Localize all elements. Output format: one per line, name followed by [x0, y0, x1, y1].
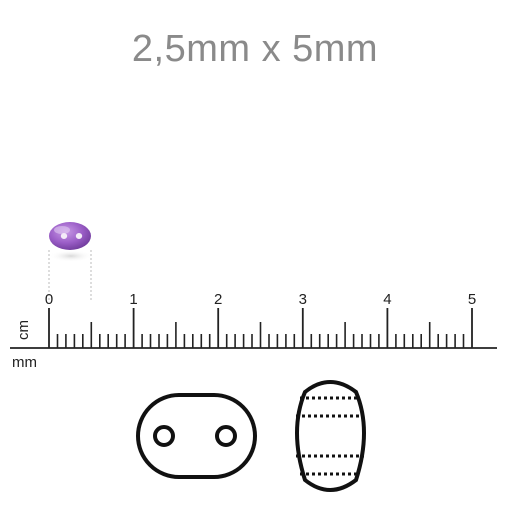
ruler-label: 0 — [45, 291, 53, 308]
ruler-labels: 0 1 2 3 4 5 — [45, 291, 476, 308]
bead-photo — [48, 222, 93, 300]
bead-body — [49, 222, 91, 250]
bead-front-view — [136, 393, 257, 479]
ruler-ticks — [48, 308, 473, 348]
bead-front-hole-left — [153, 425, 175, 447]
bead-hole-left — [60, 233, 68, 239]
bead-diagram: 0 1 2 3 4 5 cm mm — [10, 222, 497, 492]
ruler-label: 5 — [468, 291, 476, 308]
ruler-unit-mm: mm — [12, 354, 37, 371]
ruler-label: 1 — [129, 291, 137, 308]
bead-shadow — [49, 250, 93, 262]
ruler-unit-cm: cm — [15, 320, 32, 340]
bead-highlight — [54, 226, 70, 234]
bead-side-view — [295, 380, 366, 492]
ruler-label: 2 — [214, 291, 222, 308]
bead-hole-right — [75, 233, 83, 239]
ruler: 0 1 2 3 4 5 cm mm — [10, 291, 497, 371]
ruler-label: 4 — [383, 291, 391, 308]
ruler-label: 3 — [299, 291, 307, 308]
bead-front-hole-right — [215, 425, 237, 447]
